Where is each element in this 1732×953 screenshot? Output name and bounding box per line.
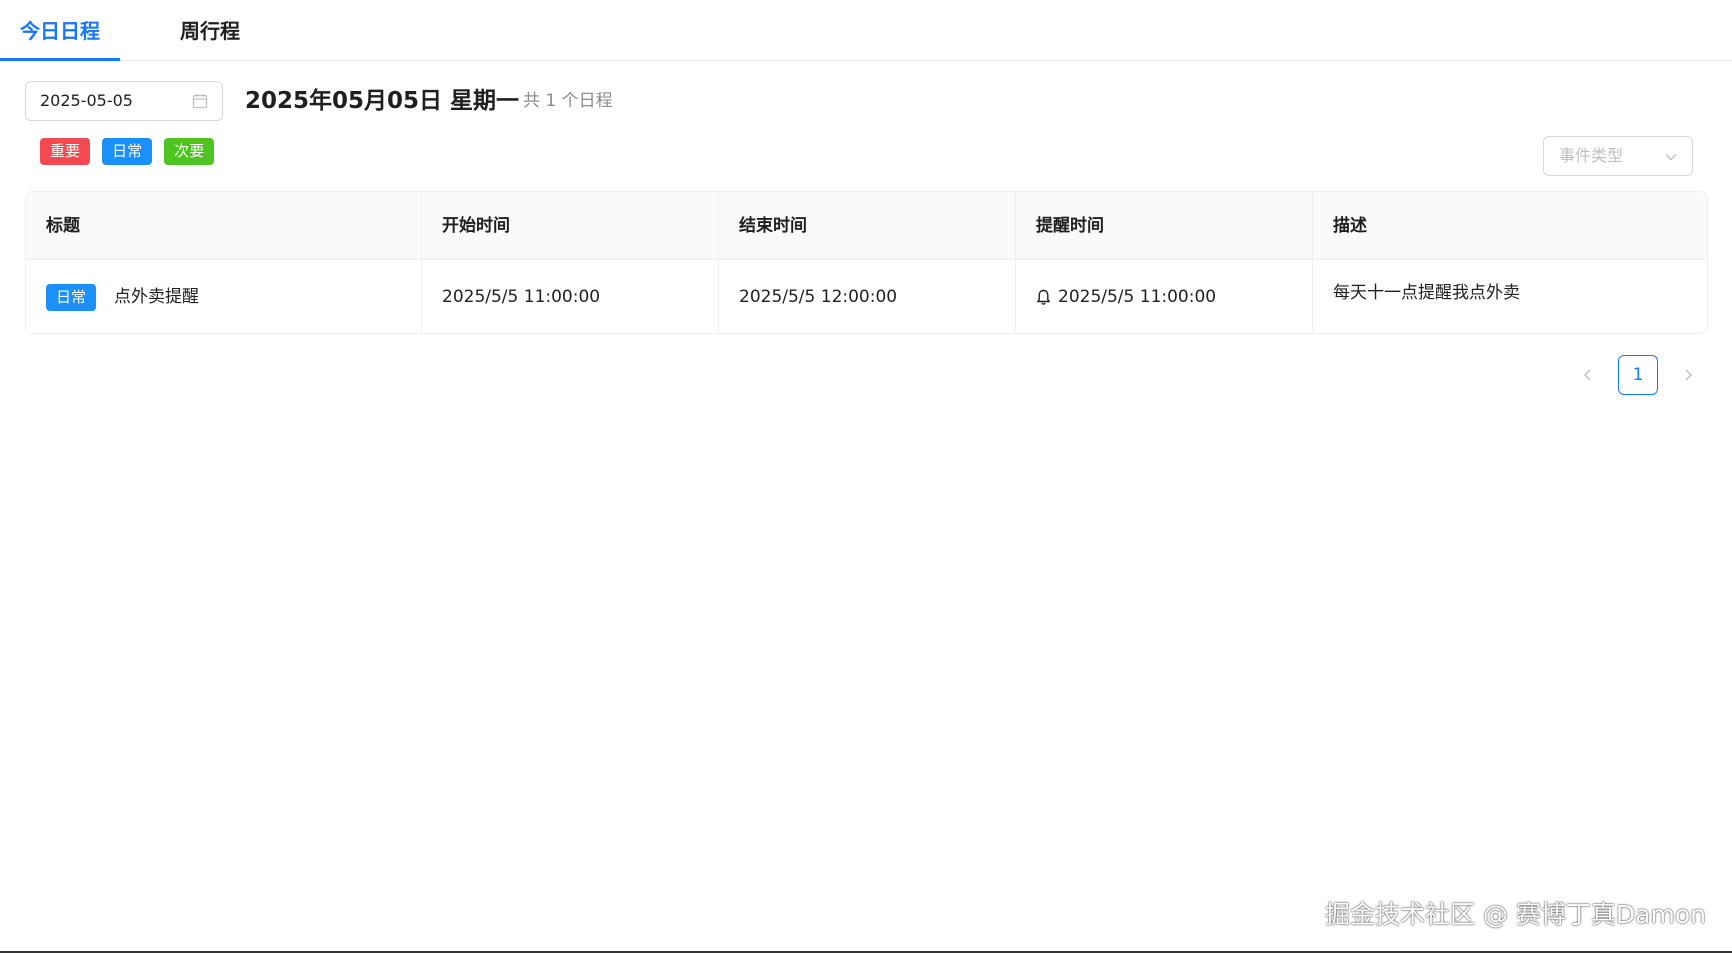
pagination-prev-icon[interactable] xyxy=(1578,365,1598,385)
tab-bar: 今日日程 周行程 xyxy=(0,0,1732,61)
table-header: 标题 开始时间 结束时间 提醒时间 描述 xyxy=(26,192,1707,260)
tab-week[interactable]: 周行程 xyxy=(150,0,270,61)
pagination-next-icon[interactable] xyxy=(1678,365,1698,385)
chevron-down-icon xyxy=(1665,154,1677,161)
date-picker-value: 2025-05-05 xyxy=(40,91,133,110)
row-priority-tag: 日常 xyxy=(46,284,97,311)
event-type-select[interactable]: 事件类型 xyxy=(1543,136,1693,176)
cell-end-time: 2025/5/5 12:00:00 xyxy=(719,260,1016,333)
column-header-start: 开始时间 xyxy=(422,192,719,259)
cell-description: 每天十一点提醒我点外卖 xyxy=(1333,283,1520,303)
schedule-count: 共 1 个日程 xyxy=(523,91,613,111)
active-tab-indicator xyxy=(0,58,120,61)
legend-tag-minor: 次要 xyxy=(164,138,215,165)
schedule-page: 今日日程 周行程 2025-05-05 2025年05月05日 星期一 共 1 … xyxy=(0,0,1732,953)
cell-title: 日常 点外卖提醒 xyxy=(26,260,422,333)
event-title: 点外卖提醒 xyxy=(114,287,200,307)
bell-icon xyxy=(1037,289,1050,305)
cell-start-time: 2025/5/5 11:00:00 xyxy=(422,260,719,333)
event-type-placeholder: 事件类型 xyxy=(1559,146,1624,165)
column-header-remind: 提醒时间 xyxy=(1016,192,1313,259)
tab-today[interactable]: 今日日程 xyxy=(0,0,120,61)
calendar-icon xyxy=(192,94,208,109)
date-heading: 2025年05月05日 星期一 xyxy=(245,88,520,114)
column-header-description: 描述 xyxy=(1333,216,1367,236)
legend-tag-daily: 日常 xyxy=(102,138,153,165)
column-header-title: 标题 xyxy=(26,192,422,259)
date-picker[interactable]: 2025-05-05 xyxy=(25,81,223,121)
table-row[interactable]: 日常 点外卖提醒 2025/5/5 11:00:00 2025/5/5 12:00… xyxy=(26,260,1707,333)
schedule-table: 标题 开始时间 结束时间 提醒时间 描述 日常 点外卖提醒 2025/5/5 11… xyxy=(25,191,1708,334)
legend-tag-important: 重要 xyxy=(40,138,91,165)
cell-remind-time: 2025/5/5 11:00:00 xyxy=(1016,260,1313,333)
watermark: 掘金技术社区 @ 赛博丁真Damon xyxy=(1325,900,1706,929)
column-header-end: 结束时间 xyxy=(719,192,1016,259)
pagination-page-1[interactable]: 1 xyxy=(1618,355,1658,395)
priority-legend: 重要 日常 次要 xyxy=(40,138,221,165)
